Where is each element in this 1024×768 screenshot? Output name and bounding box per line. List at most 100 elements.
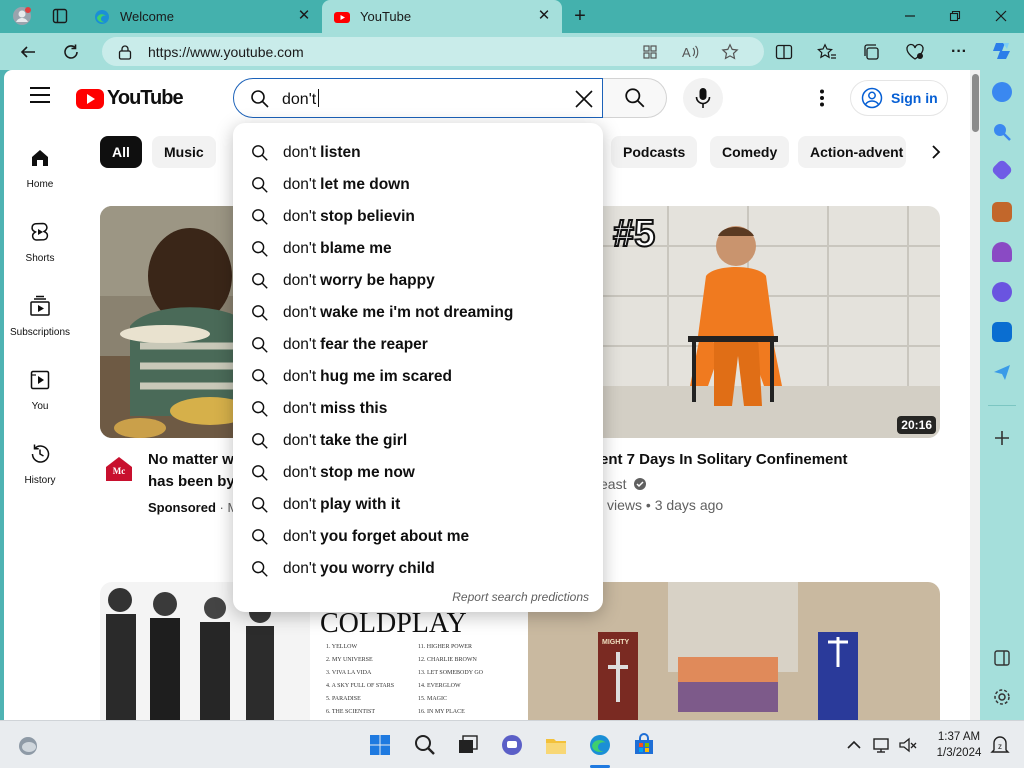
windows-taskbar: 1:37 AM 1/3/2024 z <box>0 720 1024 768</box>
collections-icon[interactable] <box>859 40 883 64</box>
games-icon[interactable] <box>992 242 1012 262</box>
favorites-icon[interactable] <box>815 40 839 64</box>
search-suggestion-item[interactable]: don't you forget about me <box>233 521 603 553</box>
tools-briefcase-icon[interactable] <box>992 202 1012 222</box>
voice-search-button[interactable] <box>683 78 723 118</box>
microsoft-365-icon[interactable] <box>992 282 1012 302</box>
search-icon <box>252 497 268 513</box>
teams-chat-icon[interactable] <box>500 733 524 757</box>
search-suggestion-item[interactable]: don't miss this <box>233 393 603 425</box>
track-item: 3. VIVA LA VIDA <box>326 670 372 676</box>
search-input[interactable]: don't <box>233 78 603 118</box>
track-item: 5. PARADISE <box>326 696 361 702</box>
sidebar-settings-gear-icon[interactable] <box>992 687 1012 707</box>
settings-more-icon[interactable]: ··· <box>947 40 971 64</box>
outlook-icon[interactable] <box>992 322 1012 342</box>
search-icon[interactable] <box>992 122 1012 142</box>
clear-search-icon[interactable] <box>572 87 596 111</box>
menu-hamburger-icon[interactable] <box>30 87 50 105</box>
chip-podcasts[interactable]: Podcasts <box>611 136 698 168</box>
chip-all[interactable]: All <box>100 136 142 168</box>
scrollbar-thumb[interactable] <box>972 74 979 132</box>
notification-center-icon[interactable]: z <box>990 733 1010 757</box>
weather-widget-icon[interactable] <box>16 733 40 757</box>
microsoft-store-icon[interactable] <box>632 733 656 757</box>
chip-action-adventure[interactable]: Action-advent <box>798 136 906 168</box>
close-window-icon[interactable] <box>991 6 1011 26</box>
guide-item-subscriptions[interactable]: Subscriptions <box>4 278 76 344</box>
close-tab-icon[interactable]: ✕ <box>536 8 552 24</box>
search-suggestion-item[interactable]: don't stop me now <box>233 457 603 489</box>
add-plus-icon[interactable] <box>992 428 1012 448</box>
guide-item-home[interactable]: Home <box>4 130 76 196</box>
report-search-predictions-link[interactable]: Report search predictions <box>452 590 589 604</box>
suggestion-prefix: don't <box>283 272 317 289</box>
chevron-right-icon[interactable] <box>924 140 948 164</box>
close-tab-icon[interactable]: ✕ <box>296 8 312 24</box>
chevron-up-icon[interactable] <box>846 733 862 757</box>
search-suggestion-item[interactable]: don't take the girl <box>233 425 603 457</box>
refresh-icon[interactable] <box>59 40 83 64</box>
search-suggestion-item[interactable]: don't stop believin <box>233 201 603 233</box>
tab-actions-icon[interactable] <box>50 6 70 26</box>
search-suggestion-item[interactable]: don't worry be happy <box>233 265 603 297</box>
search-icon[interactable] <box>413 733 437 757</box>
guide-label: Home <box>26 179 54 190</box>
favorite-star-icon[interactable] <box>720 42 740 62</box>
svg-text:Mc: Mc <box>113 466 126 476</box>
video-stats: views • 3 days ago <box>607 497 724 513</box>
system-clock[interactable]: 1:37 AM 1/3/2024 <box>928 729 990 761</box>
url-bar[interactable]: https://www.youtube.com A <box>102 37 764 66</box>
video-title[interactable]: No matter w has been by <box>148 449 235 493</box>
hide-sidebar-icon[interactable] <box>992 648 1012 668</box>
youtube-logo[interactable]: YouTube <box>76 87 184 110</box>
drop-send-icon[interactable] <box>992 362 1012 382</box>
search-suggestion-item[interactable]: don't play with it <box>233 489 603 521</box>
track-item: 4. A SKY FULL OF STARS <box>326 683 394 689</box>
task-view-icon[interactable] <box>456 733 480 757</box>
edge-browser-icon[interactable] <box>588 733 612 757</box>
search-icon <box>252 241 268 257</box>
search-button[interactable] <box>603 78 667 118</box>
video-title[interactable]: ent 7 Days In Solitary Confinement <box>600 449 848 471</box>
search-suggestion-item[interactable]: don't you worry child <box>233 553 603 585</box>
read-aloud-icon[interactable]: A <box>680 42 700 62</box>
volume-muted-icon[interactable] <box>898 733 918 757</box>
page-scrollbar[interactable] <box>970 70 980 720</box>
channel-name[interactable]: east <box>600 476 647 492</box>
tab-youtube[interactable]: YouTube ✕ <box>322 0 562 33</box>
search-suggestion-item[interactable]: don't blame me <box>233 233 603 265</box>
browser-essentials-icon[interactable] <box>903 40 927 64</box>
guide-item-you[interactable]: You <box>4 352 76 418</box>
suggestion-prefix: don't <box>283 208 317 225</box>
search-suggestion-item[interactable]: don't let me down <box>233 169 603 201</box>
lock-icon[interactable] <box>118 44 132 60</box>
chip-comedy[interactable]: Comedy <box>710 136 790 168</box>
microphone-icon <box>695 88 711 108</box>
restore-icon[interactable] <box>945 6 965 26</box>
settings-more-vertical-icon[interactable] <box>810 86 834 110</box>
app-available-icon[interactable] <box>640 42 660 62</box>
split-screen-icon[interactable] <box>772 40 796 64</box>
search-suggestion-item[interactable]: don't fear the reaper <box>233 329 603 361</box>
notifications-bell-icon[interactable] <box>992 82 1012 102</box>
network-icon[interactable] <box>872 733 892 757</box>
guide-item-shorts[interactable]: Shorts <box>4 204 76 270</box>
tab-welcome[interactable]: Welcome ✕ <box>82 0 322 33</box>
new-tab-button[interactable]: + <box>570 5 590 27</box>
profile-avatar-icon[interactable] <box>12 6 32 26</box>
sign-in-button[interactable]: Sign in <box>850 80 948 116</box>
windows-start-icon[interactable] <box>368 733 392 757</box>
search-suggestion-item[interactable]: don't listen <box>233 137 603 169</box>
search-icon <box>252 145 268 161</box>
shopping-tag-icon[interactable] <box>990 158 1014 182</box>
minimize-icon[interactable] <box>900 6 920 26</box>
search-suggestion-item[interactable]: don't hug me im scared <box>233 361 603 393</box>
back-arrow-icon[interactable] <box>16 40 40 64</box>
file-explorer-icon[interactable] <box>544 733 568 757</box>
search-suggestion-item[interactable]: don't wake me i'm not dreaming <box>233 297 603 329</box>
guide-item-history[interactable]: History <box>4 426 76 492</box>
copilot-icon[interactable] <box>990 38 1016 64</box>
chip-music[interactable]: Music <box>152 136 216 168</box>
channel-logo-mccormick[interactable]: Mc <box>104 455 134 483</box>
